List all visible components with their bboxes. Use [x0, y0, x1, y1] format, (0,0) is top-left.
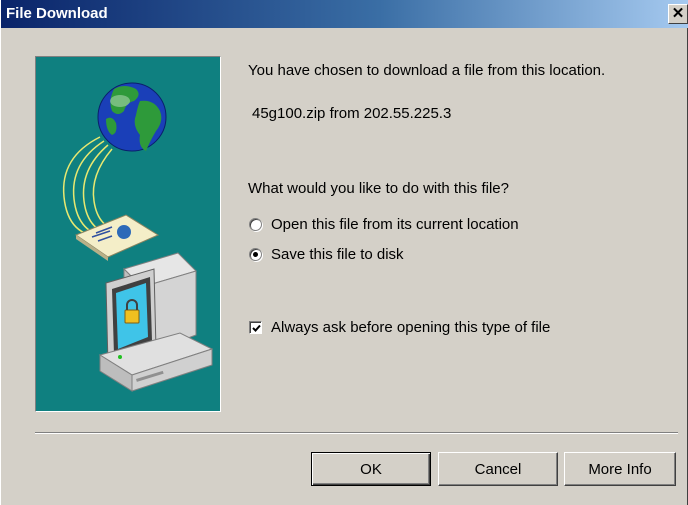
- always-ask-option[interactable]: Always ask before opening this type of f…: [249, 317, 550, 337]
- open-file-radio[interactable]: [249, 217, 262, 231]
- open-file-label: Open this file from its current location: [271, 215, 519, 233]
- file-download-dialog: File Download ✕ You have chosen to downl…: [0, 0, 688, 505]
- title-bar[interactable]: File Download ✕: [1, 0, 688, 28]
- document-icon: [74, 214, 160, 261]
- separator: [35, 432, 678, 434]
- close-icon: ✕: [671, 5, 685, 22]
- save-file-radio[interactable]: [249, 247, 262, 261]
- save-file-label: Save this file to disk: [271, 245, 404, 263]
- checkmark-icon: [252, 324, 261, 332]
- close-button[interactable]: ✕: [668, 4, 688, 24]
- download-illustration: [35, 56, 221, 412]
- always-ask-checkbox[interactable]: [249, 320, 262, 334]
- more-info-button[interactable]: More Info: [564, 452, 676, 486]
- ok-button[interactable]: OK: [311, 452, 431, 486]
- window-title: File Download: [6, 5, 108, 22]
- open-file-option[interactable]: Open this file from its current location: [249, 214, 519, 234]
- globe-icon: [97, 82, 167, 152]
- intro-text: You have chosen to download a file from …: [248, 62, 606, 79]
- computer-lock-icon: [98, 252, 214, 392]
- file-source-text: 45g100.zip from 202.55.225.3: [252, 105, 452, 122]
- cancel-button[interactable]: Cancel: [438, 452, 558, 486]
- question-text: What would you like to do with this file…: [248, 180, 509, 197]
- save-file-option[interactable]: Save this file to disk: [249, 244, 404, 264]
- always-ask-label: Always ask before opening this type of f…: [271, 318, 551, 336]
